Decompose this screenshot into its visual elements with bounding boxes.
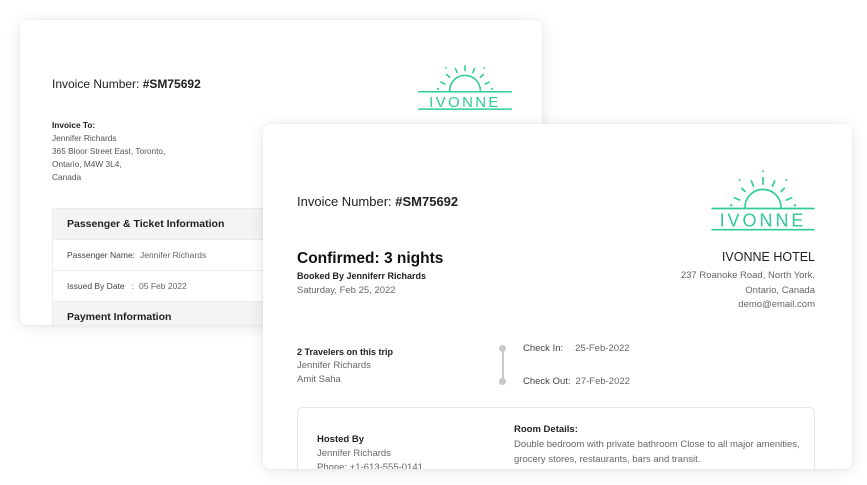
- hotel-address-line: 237 Roanoke Road, North York,: [680, 270, 815, 281]
- timeline-line: [502, 349, 504, 381]
- ivonne-logo: IVONNE: [711, 170, 815, 231]
- invoice-to-heading: Invoice To:: [52, 120, 96, 130]
- passenger-name-label: Passenger Name:: [67, 250, 136, 260]
- invoice-to-line: Canada: [52, 172, 82, 182]
- hosted-by-heading: Hosted By: [317, 434, 364, 445]
- room-details-heading: Room Details:: [514, 424, 578, 435]
- travelers-heading: 2 Travelers on this trip: [297, 347, 394, 357]
- logo-wordmark: IVONNE: [720, 211, 807, 231]
- check-out: Check Out: 27-Feb-2022: [523, 376, 630, 387]
- invoice-to-line: Jennifer Richards: [52, 133, 117, 143]
- traveler-name: Jennifer Richards: [297, 360, 371, 371]
- hotel-email: demo@email.com: [738, 299, 815, 310]
- stay-timeline: [499, 345, 507, 385]
- booking-date: Saturday, Feb 25, 2022: [297, 285, 396, 296]
- hosted-by-block: Hosted By Jennifer Richards Phone: +1-61…: [317, 433, 423, 469]
- check-in-value: 25-Feb-2022: [575, 343, 630, 354]
- issued-date-value: 05 Feb 2022: [139, 281, 187, 291]
- issued-date-label: Issued By Date: [67, 281, 125, 291]
- passenger-name-value: Jennifer Richards: [140, 250, 207, 260]
- check-in: Check In: 25-Feb-2022: [523, 343, 630, 354]
- invoice-number-value: #SM75692: [395, 194, 459, 209]
- room-details-text: Double bedroom with private bathroom Clo…: [514, 439, 800, 465]
- check-in-label: Check In:: [523, 343, 564, 354]
- room-details-block: Room Details: Double bedroom with privat…: [514, 422, 804, 467]
- hotel-info: IVONNE HOTEL 237 Roanoke Road, North Yor…: [681, 250, 815, 313]
- check-out-label: Check Out:: [523, 376, 571, 387]
- check-out-value: 27-Feb-2022: [575, 376, 630, 387]
- travelers-block: 2 Travelers on this trip Jennifer Richar…: [297, 345, 393, 387]
- confirmation-title: Confirmed: 3 nights: [297, 250, 444, 267]
- invoice-to-line: 365 Bloor Street East, Toronto,: [52, 146, 166, 156]
- hotel-address-line: Ontario, Canada: [745, 284, 815, 296]
- invoice-number-value: #SM75692: [142, 77, 201, 91]
- invoice-to-block: Invoice To: Jennifer Richards 365 Bloor …: [52, 119, 165, 184]
- invoice-number-label: Invoice Number:: [297, 194, 396, 209]
- invoice-number: Invoice Number: #SM75692: [52, 77, 201, 91]
- host-room-panel: Hosted By Jennifer Richards Phone: +1-61…: [297, 407, 815, 469]
- invoice-number-label: Invoice Number:: [52, 77, 143, 91]
- invoice-number: Invoice Number: #SM75692: [297, 194, 458, 209]
- host-name: Jennifer Richards: [317, 448, 391, 459]
- host-phone: Phone: +1-613-555-0141: [317, 462, 423, 469]
- issued-date-separator: :: [131, 281, 135, 291]
- logo-wordmark: IVONNE: [429, 94, 501, 111]
- traveler-name: Amit Saha: [297, 374, 341, 385]
- hotel-name: IVONNE HOTEL: [721, 250, 815, 264]
- timeline-end-dot: [499, 378, 506, 385]
- invoice-to-line: Ontario, M4W 3L4,: [52, 159, 122, 169]
- ivonne-logo: IVONNE: [418, 65, 512, 111]
- invoice-card-front: Invoice Number: #SM75692 IVONNE Confirme…: [263, 124, 852, 469]
- booked-by: Booked By Jenniferr Richards: [297, 271, 427, 281]
